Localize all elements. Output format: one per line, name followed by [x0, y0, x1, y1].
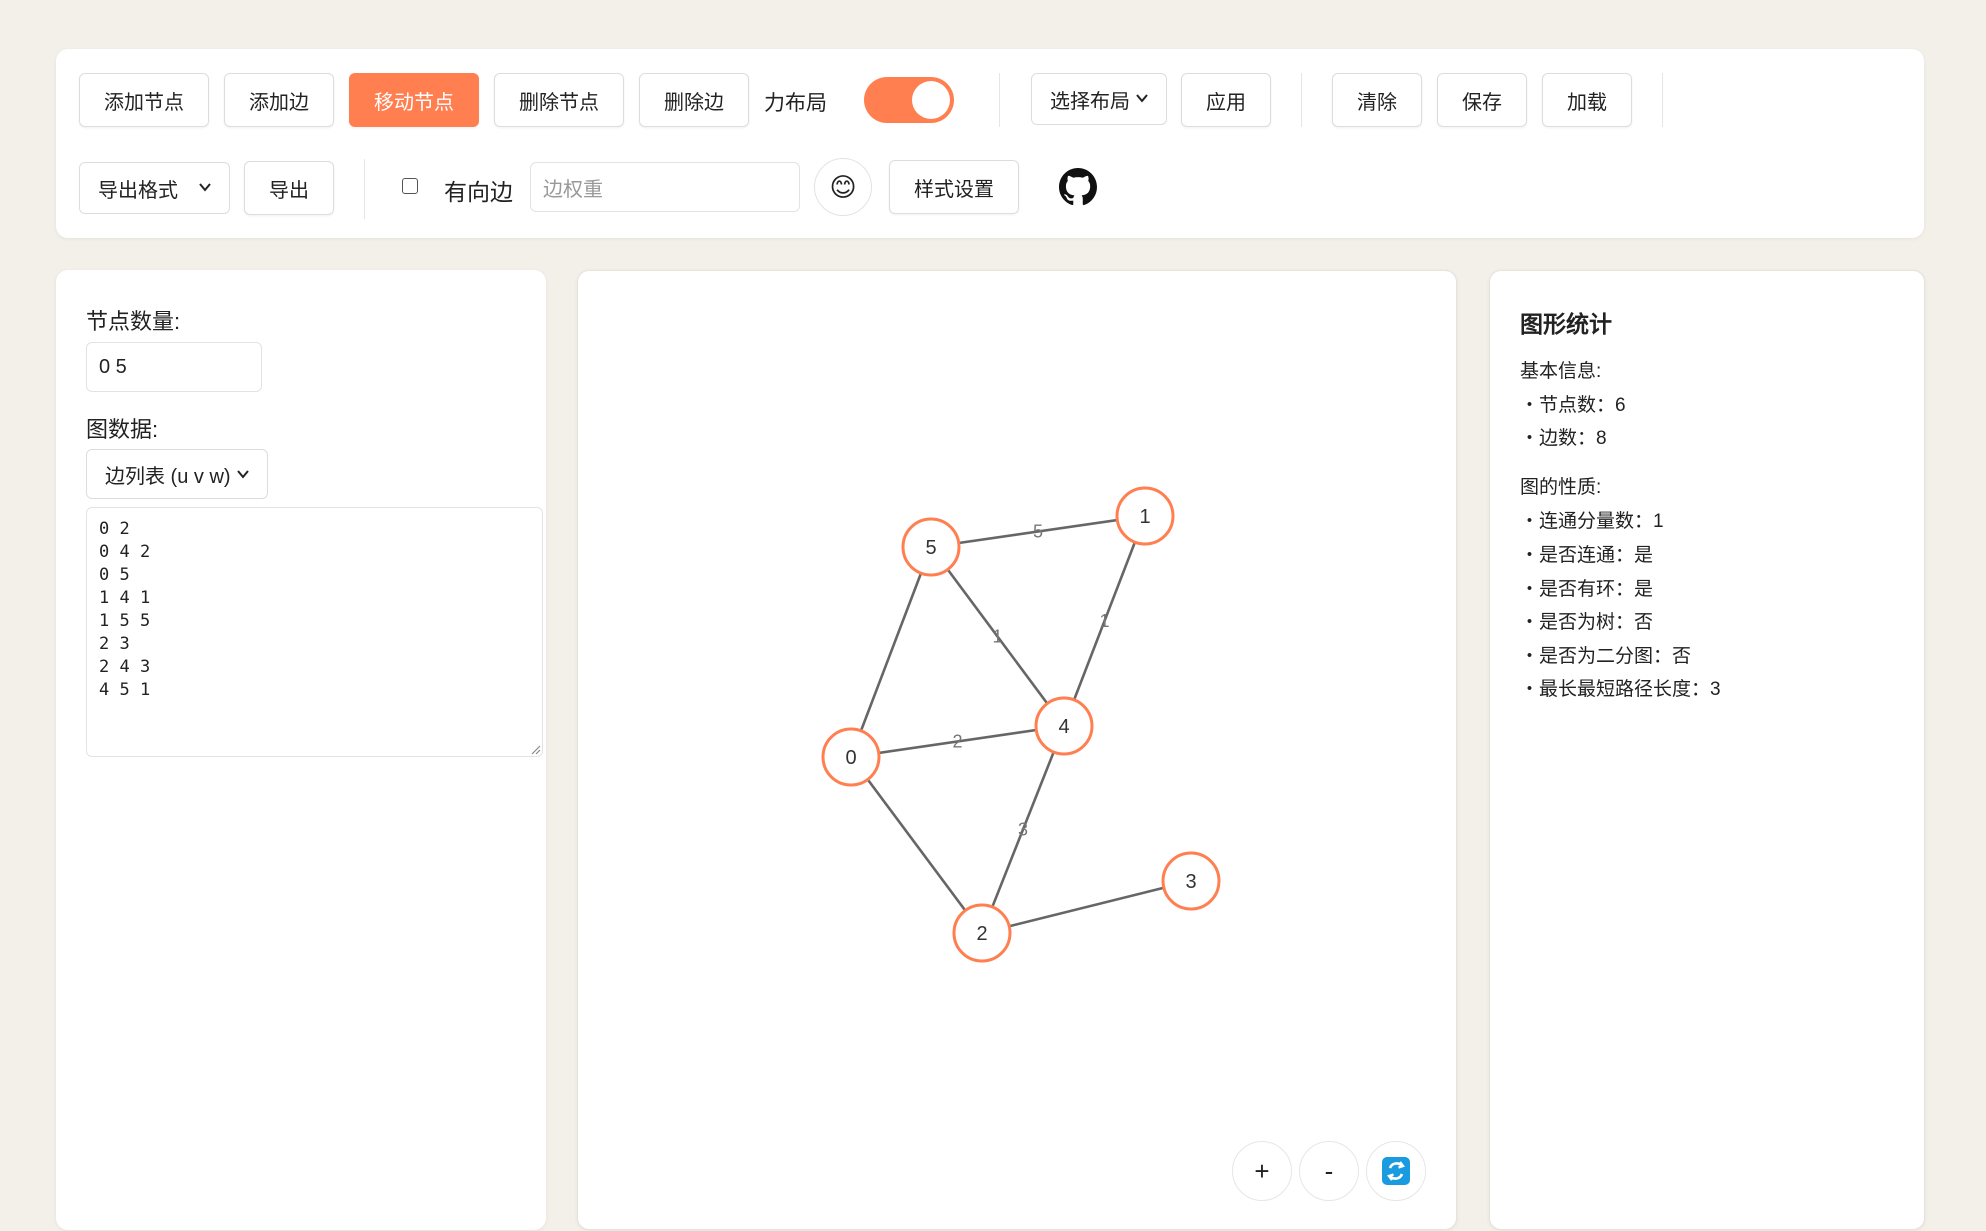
resize-grip-icon[interactable] — [529, 743, 541, 755]
left-panel: 节点数量: 0 5 图数据: 边列表 (u v w) 0 2 0 4 2 0 5… — [56, 270, 546, 1230]
edge-weight-label: 5 — [1033, 522, 1043, 542]
save-button[interactable]: 保存 — [1437, 73, 1527, 127]
graph-edge-0-2[interactable] — [849, 756, 984, 934]
emoji-button[interactable]: 😊 — [814, 158, 872, 216]
node-count-label: 节点数量: — [86, 309, 181, 334]
chevron-down-icon — [1136, 94, 1148, 103]
graph-canvas-panel[interactable]: 2 1 5 3 1 0 1 2 3 4 5 + - — [577, 270, 1457, 1230]
apply-button[interactable]: 应用 — [1181, 73, 1271, 127]
edge-weight-label: 2 — [952, 732, 962, 752]
load-button[interactable]: 加载 — [1542, 73, 1632, 127]
export-format-select[interactable]: 导出格式 — [79, 162, 230, 214]
stats-title: 图形统计 — [1520, 311, 1612, 337]
reset-view-button[interactable] — [1366, 1141, 1426, 1201]
stat-is-tree: ・是否为树：否 — [1520, 612, 1654, 633]
chevron-down-icon — [199, 183, 211, 192]
directed-label: 有向边 — [444, 179, 513, 205]
toolbar: 添加节点 添加边 移动节点 删除节点 删除边 力布局 选择布局 应用 清除 保存… — [56, 49, 1924, 238]
edge-weight-label: 1 — [992, 627, 1002, 647]
stat-has-cycle: ・是否有环：是 — [1520, 579, 1654, 600]
move-node-button[interactable]: 移动节点 — [349, 73, 479, 127]
divider — [1301, 73, 1302, 127]
stat-diameter: ・最长最短路径长度：3 — [1520, 679, 1721, 700]
divider — [1662, 73, 1663, 127]
stat-components: ・连通分量数：1 — [1520, 511, 1664, 532]
smile-emoji-icon: 😊 — [829, 171, 857, 202]
zoom-in-button[interactable]: + — [1232, 1141, 1292, 1201]
refresh-icon — [1382, 1157, 1410, 1185]
graph-node-label: 3 — [1185, 871, 1196, 893]
stat-node-count: ・节点数：6 — [1520, 395, 1626, 416]
graph-node-label: 2 — [976, 923, 987, 945]
github-icon[interactable] — [1059, 168, 1097, 206]
directed-checkbox[interactable] — [402, 178, 418, 194]
graph-node-label: 1 — [1139, 506, 1150, 528]
add-node-button[interactable]: 添加节点 — [79, 73, 209, 127]
divider — [364, 159, 365, 219]
chevron-down-icon — [237, 470, 249, 479]
export-format-value: 导出格式 — [98, 179, 178, 202]
node-count-input[interactable]: 0 5 — [86, 342, 262, 392]
stat-connected: ・是否连通：是 — [1520, 545, 1654, 566]
graph-format-value: 边列表 (u v w) — [105, 465, 231, 488]
graph-node-label: 4 — [1058, 716, 1069, 738]
graph-canvas[interactable]: 2 1 5 3 1 0 1 2 3 4 5 — [578, 271, 1458, 1231]
layout-select[interactable]: 选择布局 — [1031, 73, 1167, 125]
basic-info-header: 基本信息: — [1520, 361, 1602, 382]
edge-weight-input[interactable]: 边权重 — [530, 162, 800, 212]
toggle-knob — [912, 81, 950, 119]
stat-edge-count: ・边数：8 — [1520, 428, 1607, 449]
graph-edge-0-5[interactable] — [849, 546, 933, 758]
style-settings-button[interactable]: 样式设置 — [889, 160, 1019, 214]
divider — [999, 73, 1000, 127]
graph-edge-2-3[interactable] — [981, 879, 1192, 935]
force-layout-label: 力布局 — [764, 92, 827, 115]
stats-panel: 图形统计 基本信息: ・节点数：6 ・边数：8 图的性质: ・连通分量数：1 ・… — [1489, 270, 1925, 1230]
graph-data-label: 图数据: — [86, 417, 159, 442]
edge-weight-label: 1 — [1099, 611, 1109, 631]
properties-header: 图的性质: — [1520, 477, 1602, 498]
edge-weight-placeholder: 边权重 — [543, 178, 603, 201]
zoom-out-button[interactable]: - — [1299, 1141, 1359, 1201]
force-layout-toggle[interactable] — [864, 77, 954, 123]
delete-edge-button[interactable]: 删除边 — [639, 73, 749, 127]
graph-node-label: 5 — [925, 537, 936, 559]
graph-format-select[interactable]: 边列表 (u v w) — [86, 449, 268, 499]
add-edge-button[interactable]: 添加边 — [224, 73, 334, 127]
layout-select-value: 选择布局 — [1050, 90, 1130, 113]
export-button[interactable]: 导出 — [244, 161, 334, 215]
stat-is-bipartite: ・是否为二分图：否 — [1520, 646, 1692, 667]
graph-data-textarea[interactable]: 0 2 0 4 2 0 5 1 4 1 1 5 5 2 3 2 4 3 4 5 … — [86, 507, 543, 757]
graph-node-label: 0 — [845, 747, 856, 769]
edge-weight-label: 3 — [1018, 820, 1028, 840]
clear-button[interactable]: 清除 — [1332, 73, 1422, 127]
node-count-value: 0 5 — [99, 355, 127, 378]
delete-node-button[interactable]: 删除节点 — [494, 73, 624, 127]
